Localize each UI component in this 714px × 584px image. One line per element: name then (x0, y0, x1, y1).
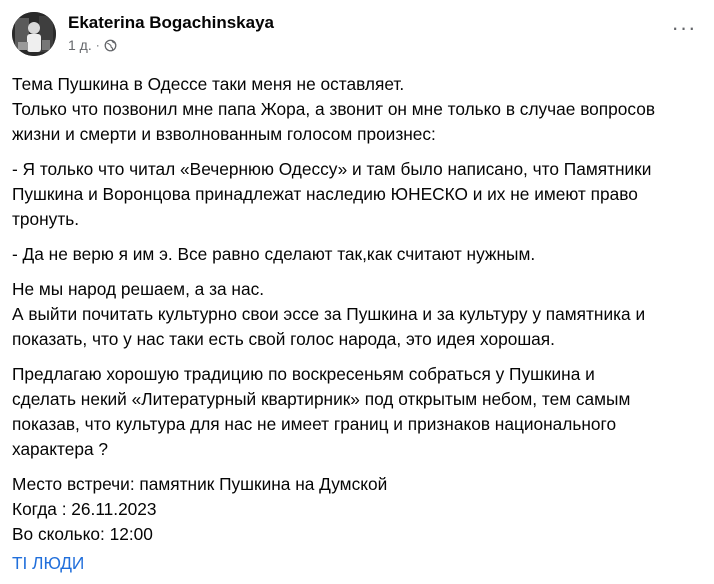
post-header: Ekaterina Bogachinskaya 1 д. · ··· (12, 10, 704, 62)
post-paragraph: - Я только что читал «Вечернюю Одессу» и… (12, 157, 702, 232)
post-text-line: Предлагаю хорошую традицию по воскресень… (12, 364, 595, 384)
more-options-button[interactable]: ··· (666, 15, 702, 48)
post-text: Тема Пушкина в Одессе таки меня не остав… (12, 72, 702, 557)
meta-separator: · (95, 38, 100, 52)
hashtag-link[interactable]: ТІ ЛЮДИ (12, 551, 84, 576)
post-text-line: Не мы народ решаем, а за нас. (12, 279, 265, 299)
post-text-line: - Я только что читал «Вечернюю Одессу» и… (12, 159, 652, 179)
globe-icon (104, 39, 117, 51)
post-paragraph: - Да не верю я им э. Все равно сделают т… (12, 242, 702, 267)
post-text-line: Пушкина и Воронцова принадлежат наследию… (12, 184, 638, 204)
post-text-line: Только что позвонил мне папа Жора, а зво… (12, 99, 655, 119)
author-avatar[interactable] (12, 12, 56, 56)
post-text-line: А выйти почитать культурно свои эссе за … (12, 304, 646, 324)
post-paragraph: Место встречи: памятник Пушкина на Думск… (12, 472, 702, 547)
post-text-line: Когда : 26.11.2023 (12, 499, 157, 519)
post-text-line: сделать некий «Литературный квартирник» … (12, 389, 631, 409)
post-text-line: тронуть. (12, 209, 80, 229)
avatar-photo (12, 12, 56, 56)
post-text-line: - Да не верю я им э. Все равно сделают т… (12, 244, 536, 264)
facebook-post: Ekaterina Bogachinskaya 1 д. · ··· Тема … (0, 0, 714, 584)
post-text-line: жизни и смерти и взволнованным голосом п… (12, 124, 436, 144)
more-options-icon: ··· (671, 15, 697, 40)
post-paragraph: Предлагаю хорошую традицию по воскресень… (12, 362, 702, 462)
post-text-line: показать, что у нас таки есть свой голос… (12, 329, 555, 349)
post-meta: 1 д. · (68, 37, 117, 53)
post-paragraph: Не мы народ решаем, а за нас. А выйти поч… (12, 277, 702, 352)
post-text-line: показав, что культура для нас не имеет г… (12, 414, 617, 434)
post-timestamp[interactable]: 1 д. (68, 37, 92, 53)
post-text-line: Тема Пушкина в Одессе таки меня не остав… (12, 74, 405, 94)
post-text-line: Во сколько: 12:00 (12, 524, 153, 544)
post-paragraph: Тема Пушкина в Одессе таки меня не остав… (12, 72, 702, 147)
author-name[interactable]: Ekaterina Bogachinskaya (68, 13, 274, 33)
post-text-line: характера ? (12, 439, 109, 459)
post-text-line: Место встречи: памятник Пушкина на Думск… (12, 474, 388, 494)
